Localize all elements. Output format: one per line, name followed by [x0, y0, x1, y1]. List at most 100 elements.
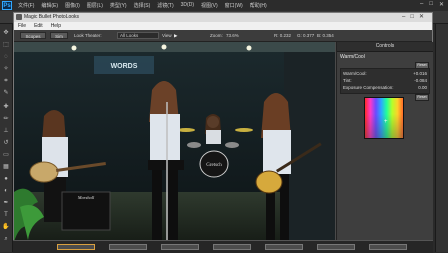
image-canvas[interactable]: WORDS Gretsch Marshall	[14, 42, 335, 252]
rgb-g-readout: G: 0.377	[297, 33, 315, 38]
params-box: Warm/Cool: +0.016 Tint: -0.084 Exposure …	[340, 68, 430, 94]
plugin-window: Magic Bullet PhotoLooks –□✕ File Edit He…	[13, 12, 433, 252]
magic-wand-icon[interactable]: ✧	[2, 66, 10, 73]
ps-toolbar: ✥ ⬚ ◌ ✧ ⌗ ✎ ✚ ✏ ⊥ ↺ ▭ ▦ ● ◐ ✒ T ✋ ⌕	[0, 24, 13, 252]
eyedropper-icon[interactable]: ✎	[2, 90, 10, 97]
view-label[interactable]: View	[162, 32, 172, 39]
marquee-tool-icon[interactable]: ⬚	[2, 42, 10, 49]
plugin-menu-edit[interactable]: Edit	[34, 23, 43, 29]
amp-logo: Marshall	[77, 195, 95, 200]
history-brush-icon[interactable]: ↺	[2, 140, 10, 147]
crop-tool-icon[interactable]: ⌗	[2, 78, 10, 85]
look-thumbnail[interactable]	[369, 244, 407, 250]
move-tool-icon[interactable]: ✥	[2, 30, 10, 37]
menu-select[interactable]: 选择(S)	[134, 2, 151, 9]
looks-select[interactable]: All Looks	[117, 32, 159, 39]
stamp-tool-icon[interactable]: ⊥	[2, 128, 10, 135]
gradient-tool-icon[interactable]: ▦	[2, 164, 10, 171]
plugin-window-controls[interactable]: –□✕	[402, 13, 429, 20]
eraser-tool-icon[interactable]: ▭	[2, 152, 10, 159]
ceiling-rig	[14, 42, 335, 52]
menu-3d[interactable]: 3D(D)	[181, 2, 194, 9]
dodge-tool-icon[interactable]: ◐	[2, 188, 10, 195]
look-thumbnail[interactable]	[57, 244, 95, 250]
brush-tool-icon[interactable]: ✏	[2, 116, 10, 123]
stage-light	[161, 44, 167, 50]
zoom-label: Zoom:	[210, 33, 223, 38]
color-picker[interactable]: +	[364, 97, 404, 139]
ps-menu: 文件(F) 编辑(E) 图像(I) 图层(L) 类型(Y) 选择(S) 滤镜(T…	[18, 2, 267, 9]
plugin-title: Magic Bullet PhotoLooks	[24, 14, 80, 20]
menu-file[interactable]: 文件(F)	[18, 2, 34, 9]
cymbal	[235, 128, 253, 132]
plugin-menubar: File Edit Help	[14, 22, 432, 30]
menu-edit[interactable]: 编辑(E)	[41, 2, 58, 9]
look-thumbnail[interactable]	[109, 244, 147, 250]
param-warm-cool-value[interactable]: +0.016	[413, 71, 427, 76]
look-thumbnail[interactable]	[213, 244, 251, 250]
ps-menubar: Ps 文件(F) 编辑(E) 图像(I) 图层(L) 类型(Y) 选择(S) 滤…	[0, 0, 448, 11]
look-thumbnail[interactable]	[161, 244, 199, 250]
reset-wheel-button[interactable]: Reset	[415, 94, 429, 101]
rgb-r-readout: R: 0.232	[274, 33, 292, 38]
singer-body	[150, 114, 180, 162]
menu-filter[interactable]: 滤镜(T)	[157, 2, 173, 9]
look-theater-label: Look Theater:	[74, 33, 102, 38]
window-controls: – □ ✕	[420, 1, 444, 8]
lasso-tool-icon[interactable]: ◌	[2, 54, 10, 61]
zoom-tool-icon[interactable]: ⌕	[2, 236, 10, 243]
tom-drum	[225, 142, 239, 148]
close-icon[interactable]: ✕	[439, 1, 444, 8]
menu-help[interactable]: 帮助(H)	[250, 2, 267, 9]
param-tint-value[interactable]: -0.084	[414, 78, 427, 83]
singer-skirt	[148, 160, 184, 170]
menu-image[interactable]: 图像(I)	[65, 2, 80, 9]
sim-button[interactable]: Sim	[50, 32, 68, 39]
app-icon	[16, 14, 22, 20]
tom-drum	[187, 142, 201, 148]
plugin-titlebar: Magic Bullet PhotoLooks –□✕	[14, 13, 432, 22]
scopes-button[interactable]: Scopes	[20, 32, 46, 39]
param-exposure-label: Exposure Compensation:	[343, 85, 394, 90]
menu-view[interactable]: 视图(V)	[201, 2, 218, 9]
drummer-body	[206, 130, 221, 144]
param-exposure-value[interactable]: 0.00	[418, 85, 427, 90]
text-tool-icon[interactable]: T	[2, 212, 10, 219]
stage-photo: WORDS Gretsch Marshall	[14, 42, 335, 252]
right-guitarist-body	[263, 130, 291, 174]
ps-right-panels	[435, 24, 448, 252]
zoom-value[interactable]: 73.6%	[226, 32, 239, 39]
blur-tool-icon[interactable]: ●	[2, 176, 10, 183]
play-icon[interactable]: ▶	[174, 32, 177, 39]
electric-guitar	[255, 170, 283, 194]
param-warm-cool-label: Warm/Cool:	[343, 71, 367, 76]
banner-text: WORDS	[111, 63, 138, 70]
hand-tool-icon[interactable]: ✋	[2, 224, 10, 231]
look-thumbnail[interactable]	[265, 244, 303, 250]
stage-light	[71, 45, 77, 51]
pen-tool-icon[interactable]: ✒	[2, 200, 10, 207]
stage-light	[246, 45, 252, 51]
plugin-menu-file[interactable]: File	[18, 23, 26, 29]
look-thumbnail[interactable]	[317, 244, 355, 250]
looks-filmstrip	[13, 240, 433, 253]
menu-window[interactable]: 窗口(W)	[225, 2, 243, 9]
singer-leg	[168, 170, 178, 240]
minimize-icon[interactable]: –	[420, 1, 423, 8]
filter-name: Warm/Cool	[340, 54, 365, 60]
crosshair-icon[interactable]: +	[384, 119, 388, 125]
healing-brush-icon[interactable]: ✚	[2, 104, 10, 111]
acoustic-guitar	[29, 161, 59, 183]
singer-leg	[152, 170, 162, 240]
drum-logo: Gretsch	[206, 163, 222, 168]
photoshop-logo: Ps	[2, 1, 12, 10]
menu-layer[interactable]: 图层(L)	[87, 2, 103, 9]
rgb-b-readout: B: 0.354	[317, 33, 334, 38]
menu-type[interactable]: 类型(Y)	[110, 2, 127, 9]
controls-header: Controls	[337, 42, 433, 52]
plugin-toolbar: Scopes Sim Look Theater: All Looks View …	[14, 30, 432, 42]
param-tint-label: Tint:	[343, 78, 352, 83]
maximize-icon[interactable]: □	[429, 1, 433, 8]
plugin-menu-help[interactable]: Help	[51, 23, 61, 29]
controls-panel: Controls Warm/Cool Reset Warm/Cool: +0.0…	[336, 42, 433, 252]
